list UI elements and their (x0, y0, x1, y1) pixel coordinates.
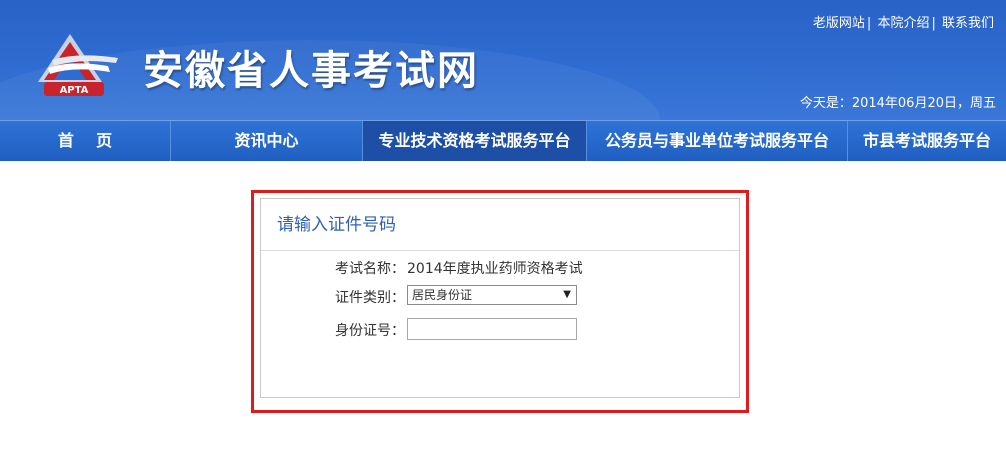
link-contact[interactable]: 联系我们 (942, 16, 994, 31)
site-title: 安徽省人事考试网 (143, 48, 479, 94)
nav-item-news[interactable]: 资讯中心 (171, 121, 363, 161)
id-number-input[interactable] (407, 318, 577, 340)
link-about[interactable]: 本院介绍 (877, 16, 929, 31)
site-header: APTA 安徽省人事考试网 老版网站 | 本院介绍 | 联系我们 今天是：2014年… (0, 0, 1006, 120)
date-text: 今天是：2014年06月20日，周五 (799, 96, 996, 111)
nav-item-home[interactable]: 首 页 (0, 121, 171, 161)
logo-text: APTA (60, 85, 89, 96)
divider: | (931, 16, 936, 31)
id-type-select[interactable]: 居民身份证 ▼ (407, 285, 577, 305)
exam-name-value: 2014年度执业药师资格考试 (407, 261, 583, 277)
id-type-selected: 居民身份证 (412, 288, 473, 302)
apta-logo[interactable]: APTA (30, 30, 130, 98)
dropdown-arrow-icon: ▼ (563, 289, 571, 300)
divider: | (866, 16, 872, 31)
id-type-label: 证件类别： (335, 290, 405, 306)
exam-name-label: 考试名称： (335, 261, 405, 277)
id-number-row: 身份证号： (261, 318, 741, 340)
main-nav: 首 页 资讯中心 专业技术资格考试服务平台 公务员与事业单位考试服务平台 市县考… (0, 120, 1006, 161)
link-old-site[interactable]: 老版网站 (813, 16, 865, 31)
id-number-label: 身份证号： (335, 323, 405, 339)
id-type-row: 证件类别： 居民身份证 ▼ (261, 285, 741, 307)
exam-name-row: 考试名称： 2014年度执业药师资格考试 (261, 256, 741, 278)
nav-item-civil-service-exams[interactable]: 公务员与事业单位考试服务平台 (587, 121, 848, 161)
nav-item-professional-exams[interactable]: 专业技术资格考试服务平台 (363, 121, 587, 161)
id-entry-panel: 请输入证件号码 考试名称： 2014年度执业药师资格考试 证件类别： 居民身份证… (260, 198, 740, 398)
nav-item-city-county-exams[interactable]: 市县考试服务平台 (848, 121, 1006, 161)
top-links: 老版网站 | 本院介绍 | 联系我们 (813, 12, 994, 31)
panel-title: 请输入证件号码 (261, 199, 739, 251)
